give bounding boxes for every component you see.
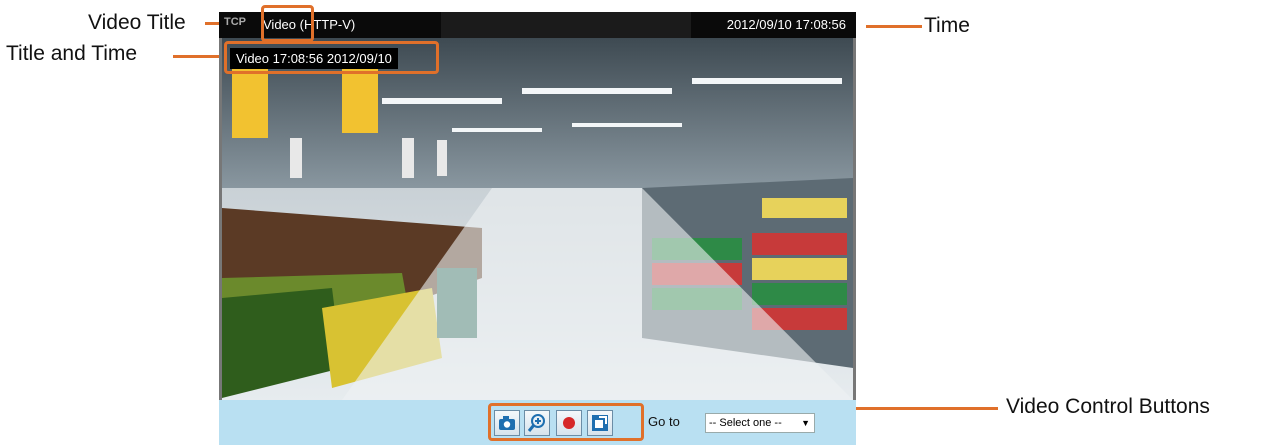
- store-scene-image: [222, 38, 853, 400]
- protocol-label: TCP: [224, 16, 246, 28]
- video-datetime: 2012/09/10 17:08:56: [726, 17, 846, 32]
- chevron-down-icon: ▼: [801, 418, 810, 428]
- video-titlebar: TCP Video (HTTP-V) 2012/09/10 17:08:56: [219, 12, 856, 38]
- callout-time: Time: [924, 14, 970, 37]
- highlight-control-buttons: [488, 403, 644, 441]
- live-video-stream[interactable]: Video 17:08:56 2012/09/10: [219, 38, 856, 400]
- goto-label: Go to: [648, 414, 680, 429]
- callout-video-control-buttons: Video Control Buttons: [1006, 395, 1210, 418]
- callout-video-title: Video Title: [88, 11, 186, 34]
- highlight-title-and-time: [224, 41, 439, 74]
- goto-select[interactable]: -- Select one -- ▼: [705, 413, 815, 433]
- titlebar-spacer: [441, 12, 691, 38]
- callout-title-and-time: Title and Time: [6, 42, 138, 65]
- goto-select-value: -- Select one --: [709, 417, 782, 429]
- callout-line-time: [866, 25, 922, 28]
- callout-line-title-and-time: [173, 55, 225, 58]
- highlight-video-title: [261, 5, 314, 42]
- video-viewer: TCP Video (HTTP-V) 2012/09/10 17:08:56 V…: [219, 12, 856, 445]
